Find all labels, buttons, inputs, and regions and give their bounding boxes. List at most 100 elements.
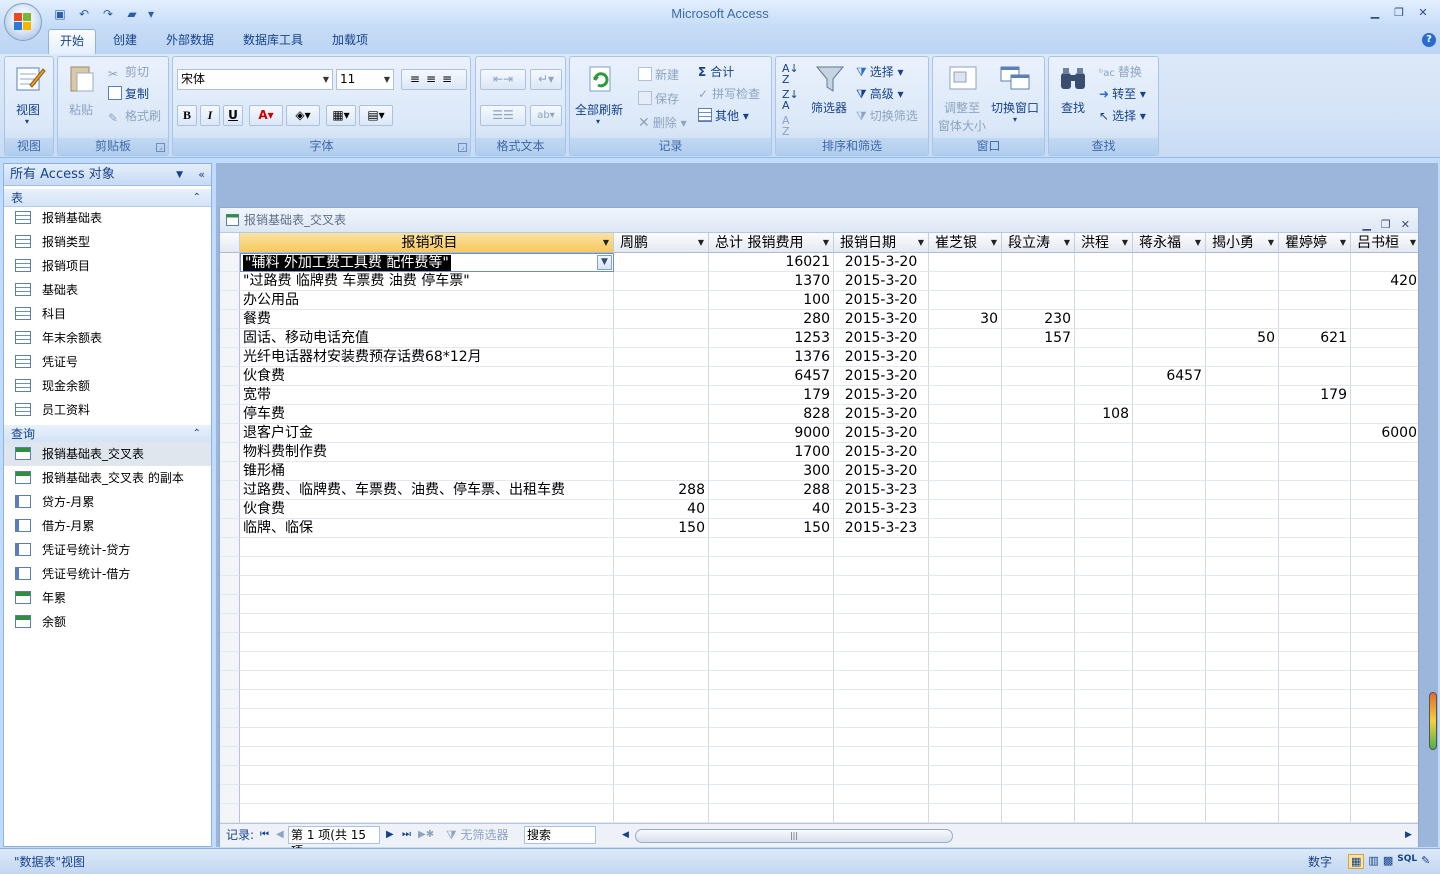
goto-button[interactable]: ➜ 转至 ▾ [1099,85,1146,102]
table-cell[interactable] [1279,348,1351,367]
table-cell[interactable] [614,424,709,443]
row-selector[interactable] [220,595,240,614]
table-cell[interactable] [1206,348,1279,367]
row-selector[interactable] [220,804,240,823]
table-cell[interactable] [1075,462,1133,481]
table-cell[interactable] [1351,367,1418,386]
table-cell[interactable] [929,462,1002,481]
table-cell[interactable] [1133,386,1206,405]
row-selector[interactable] [220,709,240,728]
table-cell[interactable] [1133,329,1206,348]
table-cell[interactable]: 锥形桶 [240,462,614,481]
table-cell[interactable]: 6457 [709,367,834,386]
replace-button[interactable]: ᵇac 替换 [1099,63,1142,80]
column-header[interactable]: 崔芝银 ▼ [929,233,1002,253]
table-cell[interactable]: 828 [709,405,834,424]
table-cell[interactable] [1133,272,1206,291]
column-filter-dropdown-icon[interactable]: ▼ [1064,233,1070,252]
table-cell[interactable] [1133,348,1206,367]
table-cell[interactable] [1002,443,1075,462]
table-cell[interactable] [1002,500,1075,519]
column-header[interactable]: 报销项目 ▼ [240,233,614,253]
scroll-left-icon[interactable]: ◀ [622,827,629,843]
table-cell[interactable]: 停车费 [240,405,614,424]
size-to-fit-label-2[interactable]: 窗体大小 [938,117,986,134]
column-filter-dropdown-icon[interactable]: ▼ [918,233,924,252]
table-cell[interactable] [1133,291,1206,310]
view-icon[interactable] [14,63,46,95]
table-cell[interactable] [1075,310,1133,329]
row-selector[interactable] [220,348,240,367]
nav-item-table[interactable]: 科目 [4,302,211,326]
table-cell[interactable] [1133,310,1206,329]
table-cell[interactable] [1002,462,1075,481]
column-header[interactable]: 周鹏 ▼ [614,233,709,253]
table-cell[interactable] [1279,405,1351,424]
row-selector[interactable] [220,785,240,804]
table-cell[interactable] [614,386,709,405]
table-cell[interactable] [1075,348,1133,367]
row-selector[interactable] [220,386,240,405]
row-selector[interactable] [220,614,240,633]
nav-item-query[interactable]: 报销基础表_交叉表 的副本 [4,466,211,490]
table-cell[interactable] [1075,272,1133,291]
table-cell[interactable] [1279,481,1351,500]
table-cell[interactable]: 2015-3-23 [834,519,929,538]
table-cell[interactable]: 420 [1351,272,1418,291]
indent-buttons[interactable]: ⇤⇥ [480,69,526,90]
table-cell[interactable] [929,348,1002,367]
dialog-launcher-icon[interactable]: ⌟ [458,143,467,152]
table-cell[interactable] [1133,424,1206,443]
table-cell[interactable]: 2015-3-23 [834,481,929,500]
refresh-all-button[interactable]: 全部刷新 [575,101,623,118]
spelling-button[interactable]: ✓ 拼写检查 [698,85,760,102]
table-cell[interactable]: 2015-3-20 [834,272,929,291]
prev-record-icon[interactable]: ◀ [276,827,284,843]
row-selector[interactable] [220,462,240,481]
table-cell[interactable]: 280 [709,310,834,329]
minimize-icon[interactable]: ▁ [1364,4,1386,20]
datasheet-title-bar[interactable]: 报销基础表_交叉表 ▁ ❐ ✕ [220,208,1418,233]
table-cell[interactable]: 2015-3-20 [834,348,929,367]
column-filter-dropdown-icon[interactable]: ▼ [698,233,704,252]
table-cell[interactable] [614,462,709,481]
tab-addins[interactable]: 加载项 [321,29,379,54]
active-combo-cell[interactable]: "辅料 外加工费工具费 配件费等" ▼ [240,253,614,272]
nav-item-table[interactable]: 凭证号 [4,350,211,374]
row-selector[interactable] [220,728,240,747]
table-cell[interactable]: 办公用品 [240,291,614,310]
row-selector[interactable] [220,291,240,310]
row-selector[interactable] [220,367,240,386]
row-selector[interactable] [220,424,240,443]
table-cell[interactable] [1133,253,1206,272]
table-cell[interactable] [929,519,1002,538]
nav-item-query[interactable]: 年累 [4,586,211,610]
table-cell[interactable] [1206,519,1279,538]
table-cell[interactable] [1351,443,1418,462]
table-cell[interactable] [1133,443,1206,462]
font-size-select[interactable]: 11 ▼ [336,69,394,90]
pivot-table-view-icon[interactable]: ▥ [1368,854,1378,869]
table-cell[interactable] [1206,424,1279,443]
table-cell[interactable] [1133,481,1206,500]
table-cell[interactable] [929,272,1002,291]
table-cell[interactable] [1075,424,1133,443]
table-cell[interactable]: 179 [1279,386,1351,405]
table-cell[interactable] [929,291,1002,310]
table-cell[interactable] [1351,481,1418,500]
column-filter-dropdown-icon[interactable]: ▼ [1122,233,1128,252]
switch-windows-button[interactable]: 切换窗口 [991,99,1039,116]
table-cell[interactable]: 2015-3-20 [834,424,929,443]
table-cell[interactable] [1002,481,1075,500]
last-record-icon[interactable]: ⏭ [402,827,411,843]
highlight-button[interactable]: ab▾ [530,105,562,126]
table-cell[interactable] [614,329,709,348]
nav-item-table[interactable]: 年末余额表 [4,326,211,350]
refresh-dropdown-icon[interactable]: ▾ [596,117,600,126]
table-cell[interactable]: 物料费制作费 [240,443,614,462]
table-cell[interactable]: "过路费 临牌费 车票费 油费 停车票" [240,272,614,291]
table-cell[interactable]: 2015-3-20 [834,443,929,462]
table-cell[interactable]: 6000 [1351,424,1418,443]
table-cell[interactable]: 300 [709,462,834,481]
table-cell[interactable]: 230 [1002,310,1075,329]
